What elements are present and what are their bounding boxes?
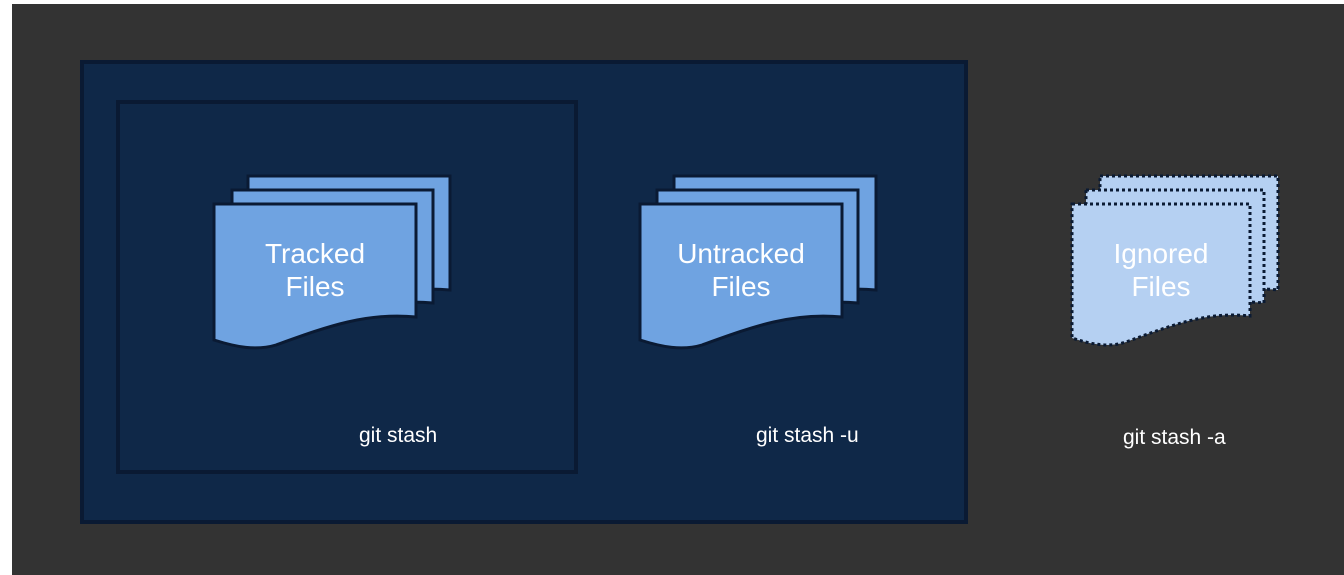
diagram-stage: Tracked Files Untracked Files Ignored Fi… <box>0 0 1344 575</box>
tracked-label-line1: Tracked <box>264 238 366 269</box>
git-stash-u-command: git stash -u <box>756 424 859 447</box>
tracked-label-line2: Files <box>285 271 345 302</box>
untracked-files-label: Untracked Files <box>640 228 842 312</box>
untracked-label-line1: Untracked <box>677 238 805 269</box>
tracked-files-label: Tracked Files <box>214 228 416 312</box>
git-stash-a-command: git stash -a <box>1123 426 1226 449</box>
git-stash-command: git stash <box>359 424 438 447</box>
ignored-label-line1: Ignored <box>1113 238 1209 269</box>
untracked-label-line2: Files <box>711 271 771 302</box>
ignored-label-line2: Files <box>1131 271 1191 302</box>
ignored-files-label: Ignored Files <box>1072 228 1250 312</box>
